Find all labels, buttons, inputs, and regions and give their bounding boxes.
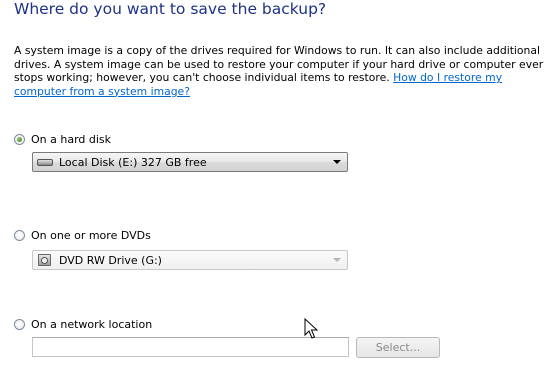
dvd-dropdown-value: DVD RW Drive (G:) bbox=[59, 253, 162, 267]
select-button[interactable]: Select... bbox=[356, 337, 440, 358]
page-title: Where do you want to save the backup? bbox=[14, 0, 327, 18]
mouse-cursor-icon bbox=[304, 318, 318, 339]
dvd-dropdown[interactable]: DVD RW Drive (G:) bbox=[32, 250, 348, 270]
chevron-down-icon[interactable] bbox=[333, 258, 341, 262]
radio-network[interactable] bbox=[14, 319, 25, 330]
radio-hard-disk-row[interactable]: On a hard disk bbox=[14, 133, 111, 146]
hard-disk-dropdown-value: Local Disk (E:) 327 GB free bbox=[59, 155, 207, 169]
network-location-input[interactable] bbox=[32, 337, 349, 357]
radio-hard-disk-label: On a hard disk bbox=[31, 133, 112, 146]
radio-dvd[interactable] bbox=[14, 230, 25, 241]
hard-drive-icon bbox=[37, 156, 53, 168]
radio-network-label: On a network location bbox=[31, 318, 153, 331]
dvd-drive-icon bbox=[37, 254, 53, 266]
radio-network-row[interactable]: On a network location bbox=[14, 318, 152, 331]
chevron-down-icon[interactable] bbox=[333, 160, 341, 164]
radio-dvd-label: On one or more DVDs bbox=[31, 229, 151, 242]
radio-hard-disk[interactable] bbox=[14, 134, 25, 145]
radio-dvd-row[interactable]: On one or more DVDs bbox=[14, 229, 151, 242]
hard-disk-dropdown[interactable]: Local Disk (E:) 327 GB free bbox=[32, 152, 348, 172]
description: A system image is a copy of the drives r… bbox=[14, 44, 544, 98]
